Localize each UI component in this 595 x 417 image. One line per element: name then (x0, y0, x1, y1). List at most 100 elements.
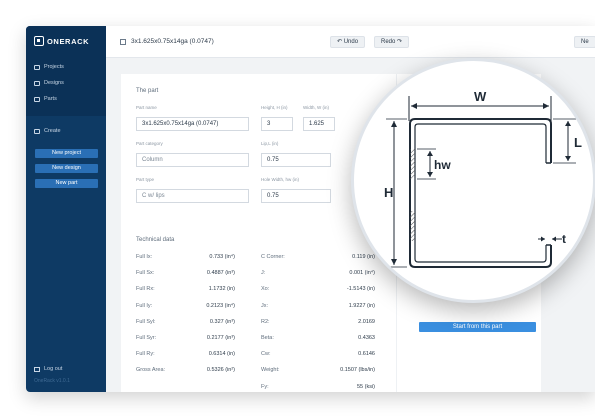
h-arrow-bottom (391, 259, 397, 265)
tech-label: Full Ry: (136, 351, 155, 358)
tech-value: 0.6314 (in) (208, 351, 235, 358)
w-arrow-right (543, 103, 549, 109)
hole-bottom (410, 211, 415, 241)
redo-button[interactable]: Redo ↷ (374, 36, 410, 48)
height-label: Height, H (in) (261, 105, 288, 110)
sidebar: ONERACK Projects Designs Parts Create Ne… (26, 26, 106, 392)
top-bar: 3x1.625x0.75x14ga (0.0747) ↶ Undo Redo ↷… (106, 26, 595, 58)
hw-label: hw (434, 158, 451, 172)
tech-label: C Corner: (261, 254, 285, 260)
t-arrow-left (541, 236, 545, 242)
tech-value: 55 (ksi) (356, 383, 375, 390)
new-project-button[interactable]: New project (35, 149, 98, 158)
part-name-input[interactable]: 3x1.625x0.75x14ga (0.0747) (136, 117, 249, 131)
tech-label: Full Iy: (136, 302, 153, 309)
sidebar-item-designs[interactable]: Designs (34, 80, 64, 86)
width-input[interactable]: 1.625 (303, 117, 335, 131)
folder-icon (34, 64, 40, 70)
c-profile-diagram: W hw H L t (384, 89, 582, 268)
new-design-button[interactable]: New design (35, 164, 98, 173)
tech-value: 0.4887 (in³) (206, 270, 235, 277)
tech-value: 2.0169 (358, 318, 375, 325)
logout-icon (34, 366, 40, 372)
l-arrow-bottom (565, 156, 571, 161)
undo-label: Undo (343, 39, 359, 45)
redo-label: Redo (381, 39, 396, 45)
app-window: ONERACK Projects Designs Parts Create Ne… (26, 26, 595, 392)
t-arrow-right (552, 236, 556, 242)
section-title-part: The part (136, 88, 159, 94)
height-input[interactable]: 3 (261, 117, 293, 131)
tech-label: Beta: (261, 335, 274, 341)
type-select[interactable]: C w/ lips (136, 189, 249, 203)
c-profile-outer (409, 118, 552, 268)
h-arrow-top (391, 121, 397, 127)
tech-label: Cw: (261, 351, 271, 358)
tech-label: Full Syr: (136, 335, 157, 341)
sidebar-item-label: Designs (44, 80, 64, 86)
tech-value: 0.2177 (in³) (206, 335, 235, 341)
logout-label: Log out (44, 366, 63, 372)
tech-label: Xo: (261, 286, 270, 293)
logo-icon (34, 36, 44, 46)
start-from-part-button[interactable]: Start from this part (419, 322, 536, 332)
l-arrow-top (565, 121, 571, 126)
tech-value: 0.1507 (lbs/in) (340, 367, 375, 374)
next-button[interactable]: Ne (574, 36, 595, 48)
layers-icon (34, 80, 40, 86)
t-label: t (562, 232, 566, 246)
profile-diagram-magnifier: W hw H L t (351, 58, 595, 303)
new-part-button[interactable]: New part (35, 179, 98, 188)
logo-text: ONERACK (47, 36, 90, 46)
hw-arrow-top (427, 151, 433, 156)
hole-width-input[interactable]: 0.75 (261, 189, 331, 203)
category-select[interactable]: Column (136, 153, 249, 167)
version-label: OneRack v1.0.1 (34, 378, 70, 384)
tech-label: R2: (261, 318, 270, 325)
lip-input[interactable]: 0.75 (261, 153, 331, 167)
tech-label: Gross Area: (136, 367, 166, 374)
width-label: Width, W (in) (303, 105, 330, 110)
part-name-label: Part name (136, 105, 157, 110)
part-title: 3x1.625x0.75x14ga (0.0747) (120, 38, 214, 45)
tech-label: Full Sx: (136, 270, 155, 277)
tech-value: 0.327 (in³) (209, 318, 235, 325)
sidebar-item-projects[interactable]: Projects (34, 64, 64, 70)
tech-label: Weight: (261, 367, 280, 374)
tech-value: 1.1732 (in) (208, 286, 235, 293)
part-icon (120, 38, 126, 45)
redo-icon: ↷ (397, 39, 403, 45)
c-profile-inner (414, 123, 547, 263)
tech-value: 0.6146 (358, 351, 375, 358)
plus-square-icon (34, 128, 40, 134)
w-arrow-left (411, 103, 417, 109)
tech-label: Full Syl: (136, 318, 156, 325)
undo-icon: ↶ (337, 39, 343, 45)
grid-icon (34, 96, 40, 102)
hole-width-label: Hole Width, hw (in) (261, 177, 300, 182)
lip-label: Lip,L (in) (261, 141, 279, 146)
sidebar-item-parts[interactable]: Parts (34, 96, 57, 102)
hole-top (410, 149, 415, 179)
create-label: Create (44, 128, 61, 134)
logo[interactable]: ONERACK (34, 36, 89, 46)
create-header: Create (34, 128, 61, 134)
type-label: Part type (136, 177, 155, 182)
sidebar-item-label: Projects (44, 64, 64, 70)
tech-label: Full Ix: (136, 254, 153, 260)
part-title-text: 3x1.625x0.75x14ga (0.0747) (131, 38, 214, 45)
hw-arrow-bottom (427, 172, 433, 177)
logout-link[interactable]: Log out (34, 366, 62, 372)
l-label: L (574, 135, 582, 150)
undo-button[interactable]: ↶ Undo (330, 36, 366, 48)
tech-value: 0.5326 (in²) (206, 367, 235, 374)
w-label: W (474, 89, 487, 104)
tech-value: 0.2123 (in⁴) (206, 302, 235, 309)
tech-value: 0.733 (in⁴) (209, 254, 235, 260)
category-label: Part category (136, 141, 163, 146)
tech-value: 0.4363 (358, 335, 375, 341)
h-label: H (384, 185, 393, 200)
tech-label: Fy: (261, 383, 269, 390)
tech-label: Full Rx: (136, 286, 155, 293)
tech-label: Jx: (261, 302, 269, 309)
